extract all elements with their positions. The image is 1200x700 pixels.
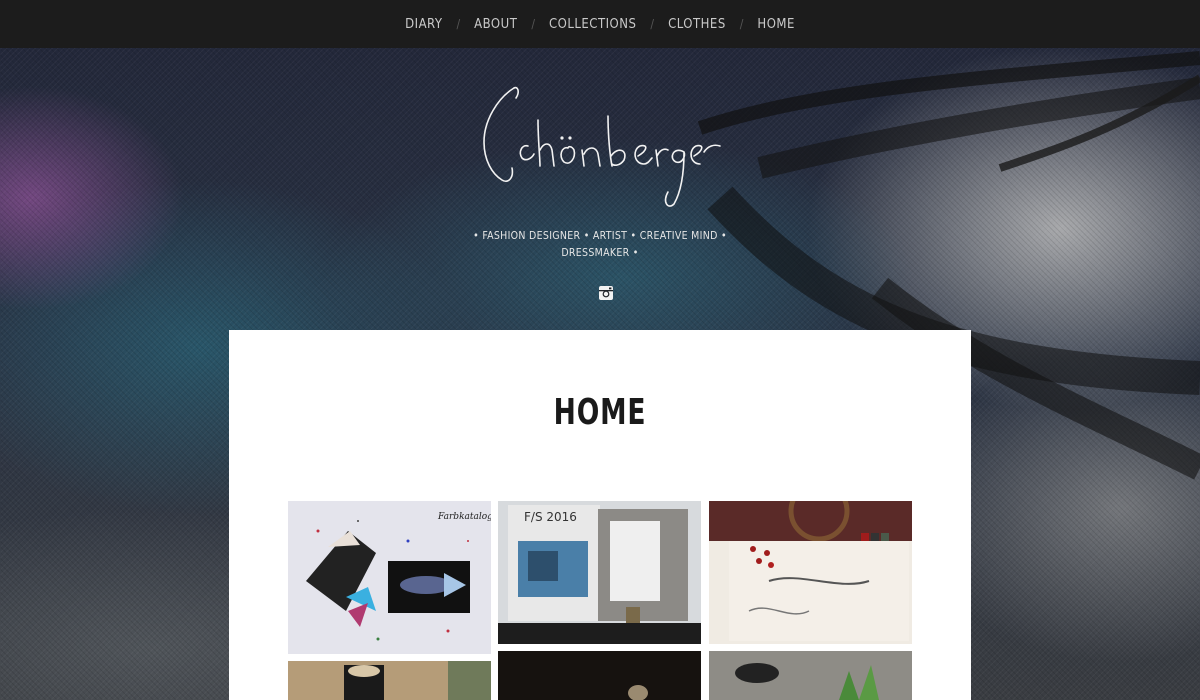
page-title: HOME (553, 392, 647, 433)
site-logo-signature[interactable] (478, 80, 722, 212)
thumb-caption-fs2016: F/S 2016 (524, 510, 577, 524)
nav-item-home[interactable]: HOME (751, 17, 800, 32)
gallery-thumb-dress-collar[interactable] (288, 661, 491, 700)
gallery-thumb-dark-bust[interactable] (498, 651, 701, 700)
thumb-caption-farbkatalog: Farbkatalog (437, 512, 491, 522)
gallery-thumb-farbkatalog[interactable]: Farbkatalog (288, 501, 491, 654)
nav-item-clothes[interactable]: CLOTHES (662, 17, 732, 32)
tagline-line-1: • FASHION DESIGNER • ARTIST • CREATIVE M… (473, 230, 727, 242)
nav-list: DIARY / ABOUT / COLLECTIONS / CLOTHES / … (399, 17, 801, 32)
nav-item-diary[interactable]: DIARY (399, 17, 448, 32)
nav-item-collections[interactable]: COLLECTIONS (543, 17, 642, 32)
nav-separator: / (456, 17, 461, 31)
gallery-thumb-still-life[interactable] (709, 651, 912, 700)
nav-item-about[interactable]: ABOUT (468, 17, 523, 32)
nav-separator: / (739, 17, 744, 31)
nav-separator: / (531, 17, 535, 31)
gallery-thumb-fs2016-book[interactable]: F/S 2016 (498, 501, 701, 644)
top-navigation: DIARY / ABOUT / COLLECTIONS / CLOTHES / … (0, 0, 1200, 48)
site-tagline: • FASHION DESIGNER • ARTIST • CREATIVE M… (460, 228, 740, 262)
instagram-icon[interactable] (598, 285, 614, 301)
page: DIARY / ABOUT / COLLECTIONS / CLOTHES / … (0, 0, 1200, 700)
nav-separator: / (650, 17, 655, 31)
tagline-line-2: DRESSMAKER • (561, 247, 639, 259)
gallery-thumb-sketches-berries[interactable] (709, 501, 912, 644)
